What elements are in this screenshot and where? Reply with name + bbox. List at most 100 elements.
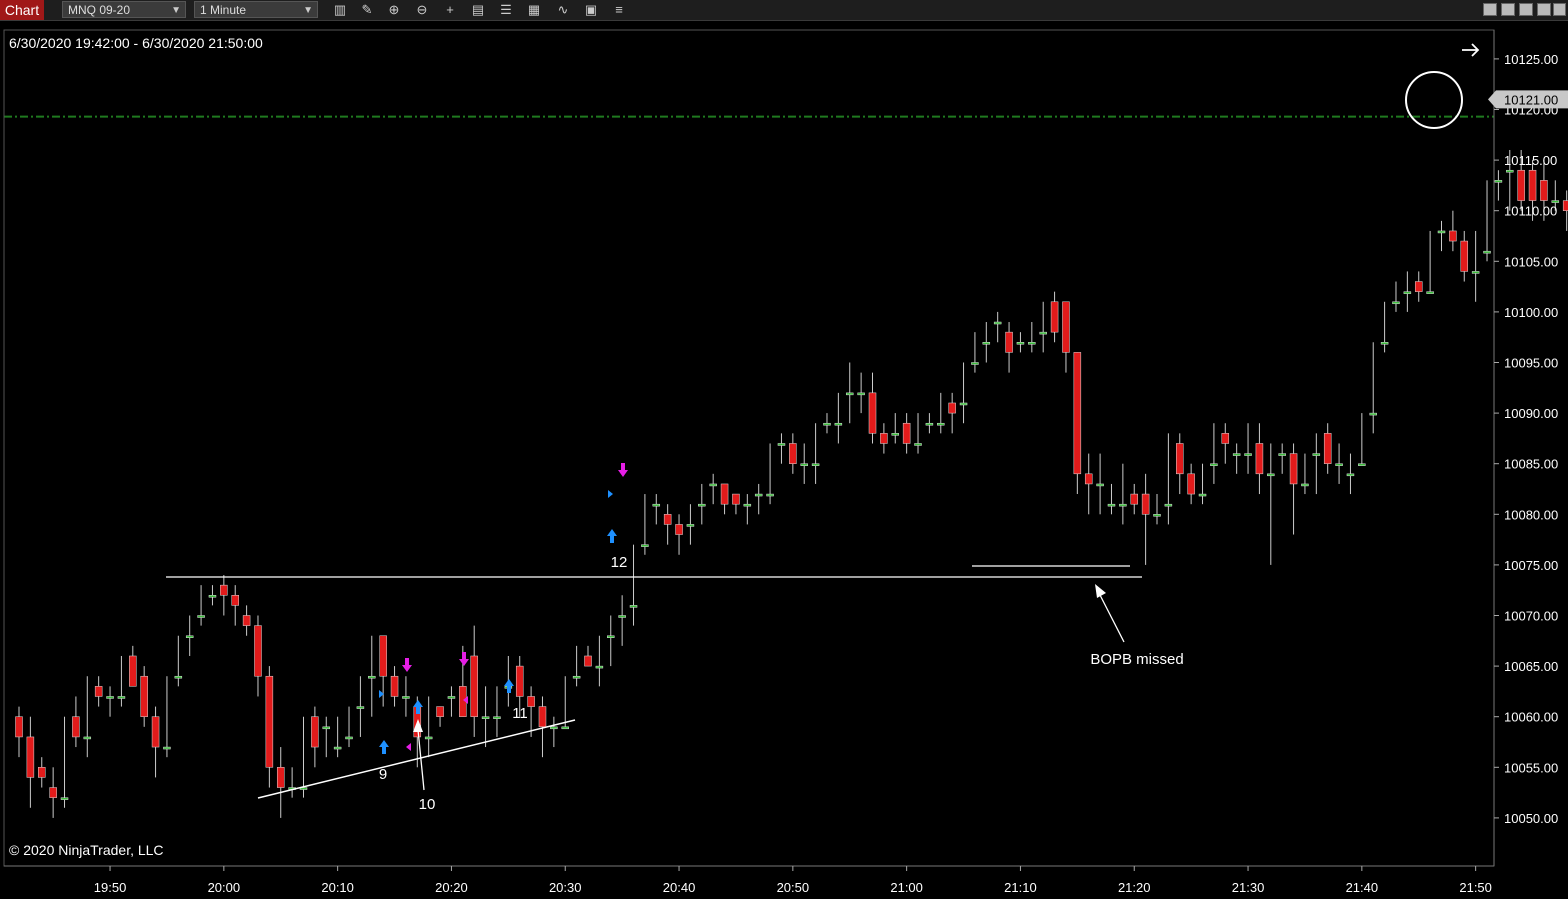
candle-body	[151, 716, 160, 748]
candle-body	[1130, 493, 1138, 505]
list-icon[interactable]: ≡	[611, 2, 627, 18]
candle-body	[185, 635, 194, 638]
x-tick-label: 21:50	[1459, 880, 1492, 895]
candle-body	[311, 716, 319, 748]
candle-body	[83, 736, 92, 740]
candle-body	[447, 696, 456, 699]
candle-body	[1176, 443, 1184, 475]
candle-body	[1164, 503, 1173, 507]
candle-body	[766, 493, 774, 497]
crosshair-icon[interactable]: +	[442, 2, 458, 18]
candle-body	[470, 655, 478, 717]
candle-body	[1392, 301, 1400, 305]
buy-arrow-icon	[379, 740, 389, 754]
candle-body	[1335, 463, 1343, 466]
candle-body	[345, 736, 353, 740]
candle-body	[379, 635, 387, 677]
close-icon[interactable]	[1553, 3, 1566, 16]
candle-body	[436, 706, 444, 717]
x-tick-label: 21:00	[890, 880, 923, 895]
candle-body	[1380, 342, 1389, 345]
candle-body	[1414, 281, 1423, 292]
candle-body	[276, 767, 285, 788]
y-tick-label: 10100.00	[1504, 305, 1558, 320]
candle-body	[1050, 301, 1059, 333]
candle-body	[641, 544, 649, 547]
candle-body	[197, 615, 205, 618]
x-tick-label: 21:30	[1232, 880, 1265, 895]
buy-arrow-icon	[607, 529, 617, 543]
price-chart[interactable]: 9101112BOPB missed 10125.0010120.0010115…	[0, 20, 1568, 899]
candle-body	[868, 392, 877, 434]
candle-body	[618, 615, 626, 618]
zoom-out-icon[interactable]: ⊖	[414, 2, 430, 18]
chart-toolbar: Chart MNQ 09-20 ▼ 1 Minute ▼ ▥ ✎ ⊕ ⊖ + ▤…	[0, 0, 1568, 21]
properties-icon[interactable]: ☰	[498, 2, 514, 18]
candle-body	[1107, 503, 1116, 507]
candle-body	[811, 463, 820, 466]
candle-body	[72, 716, 80, 738]
interval-selector[interactable]: 1 Minute ▼	[194, 1, 318, 18]
candle-body	[1039, 331, 1047, 335]
candle-body	[15, 716, 23, 738]
candle-body	[1358, 463, 1366, 466]
candle-body	[265, 675, 274, 768]
candle-body	[959, 402, 968, 406]
maximize-icon[interactable]	[1537, 3, 1551, 16]
y-tick-label: 10085.00	[1504, 457, 1558, 472]
x-tick-label: 21:10	[1004, 880, 1037, 895]
strategies-icon[interactable]: ∿	[555, 2, 571, 18]
data-box-icon[interactable]: ▤	[470, 2, 486, 18]
y-tick-label: 10070.00	[1504, 609, 1558, 624]
bar-type-icon[interactable]: ▥	[332, 2, 348, 18]
sell-arrow-icon	[459, 652, 469, 666]
zoom-in-icon[interactable]: ⊕	[386, 2, 402, 18]
candle-body	[1096, 483, 1104, 487]
candle-body	[845, 392, 854, 396]
candle-body	[106, 696, 114, 699]
candle-body	[823, 422, 831, 426]
candle-body	[686, 524, 695, 527]
candle-body	[902, 422, 911, 444]
candle-body	[538, 706, 547, 728]
x-tick-label: 20:50	[777, 880, 810, 895]
candle-body	[208, 595, 217, 598]
candle-body	[1232, 453, 1241, 456]
candle-body	[481, 716, 490, 719]
candle-body	[1084, 473, 1093, 485]
candle-body	[937, 422, 945, 426]
candle-body	[1517, 169, 1525, 201]
candle-body	[242, 615, 251, 626]
minimize-icon[interactable]	[1519, 3, 1533, 16]
x-tick-label: 20:20	[435, 880, 468, 895]
candle-body	[1403, 291, 1412, 294]
x-tick-label: 20:40	[663, 880, 696, 895]
candle-body	[1062, 301, 1070, 353]
candle-body	[1278, 453, 1286, 456]
window-restore-icon[interactable]	[1501, 3, 1515, 16]
candle-body	[1005, 331, 1013, 353]
chart-annotation-label: 9	[379, 766, 387, 783]
candle-body	[1449, 230, 1457, 242]
candle-body	[595, 665, 604, 669]
candle-body	[1506, 169, 1514, 173]
candle-body	[1210, 463, 1218, 466]
draw-icon[interactable]: ✎	[359, 2, 375, 18]
template-icon[interactable]: ▣	[583, 2, 599, 18]
entry-triangle-icon	[608, 490, 613, 498]
instrument-selector[interactable]: MNQ 09-20 ▼	[62, 1, 186, 18]
candle-body	[333, 746, 342, 750]
window-tile-icon[interactable]	[1483, 3, 1497, 16]
candle-body	[698, 503, 706, 507]
y-tick-label: 10060.00	[1504, 710, 1558, 725]
candle-body	[663, 514, 672, 525]
candle-body	[561, 726, 569, 730]
candle-body	[94, 686, 103, 697]
candle-body	[231, 595, 239, 606]
chart-tab[interactable]: Chart	[0, 0, 44, 20]
candle-body	[1562, 200, 1568, 211]
candle-body	[1471, 271, 1480, 274]
candle-body	[629, 605, 638, 608]
sell-arrow-icon	[618, 463, 628, 477]
indicators-icon[interactable]: ▦	[526, 2, 542, 18]
